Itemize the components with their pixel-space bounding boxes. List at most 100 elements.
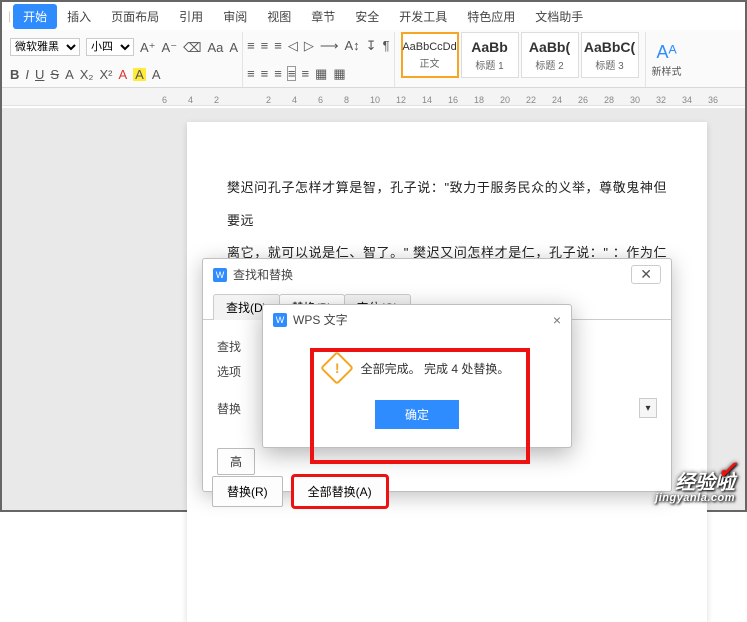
align-left-icon[interactable]: ≡ <box>247 67 255 80</box>
tab-insert[interactable]: 插入 <box>57 4 101 29</box>
style-heading2[interactable]: AaBb( 标题 2 <box>521 32 579 78</box>
replace-button[interactable]: 替换(R) <box>212 476 283 507</box>
ruler-tick: 6 <box>162 95 166 105</box>
shading-icon[interactable]: ▦ <box>315 67 327 80</box>
align-right-icon[interactable]: ≡ <box>274 67 282 80</box>
strike-icon[interactable]: S <box>50 68 59 81</box>
menu-tabs: | 开始 插入 页面布局 引用 审阅 视图 章节 安全 开发工具 特色应用 文档… <box>2 2 745 30</box>
borders-icon[interactable]: ▦ <box>333 67 345 80</box>
bullets-icon[interactable]: ≡ <box>247 39 255 52</box>
ruler-tick: 34 <box>682 95 686 105</box>
ruler-tick: 8 <box>344 95 348 105</box>
app-icon: W <box>213 268 227 282</box>
msg-buttons: 确定 <box>263 394 571 447</box>
tab-security[interactable]: 安全 <box>345 4 389 29</box>
tab-devtools[interactable]: 开发工具 <box>389 4 457 29</box>
style-preview: AaBbC( <box>584 39 635 55</box>
ruler-tick: 4 <box>292 95 296 105</box>
ruler-tick: 2 <box>266 95 270 105</box>
advanced-button[interactable]: 高 <box>217 448 255 475</box>
paragraph[interactable]: 樊迟问孔子怎样才算是智，孔子说："致力于服务民众的义举，尊敬鬼神但要远 <box>227 172 667 237</box>
close-button[interactable]: × <box>553 312 561 328</box>
watermark-en: jingyanla.com <box>655 493 735 504</box>
style-caption: 正文 <box>420 55 440 70</box>
change-case-icon[interactable]: Aa <box>207 41 223 54</box>
align-justify-icon[interactable]: ≡ <box>288 67 296 80</box>
ruler-tick: 2 <box>214 95 218 105</box>
style-preview: AaBb <box>471 39 508 55</box>
tab-section[interactable]: 章节 <box>301 4 345 29</box>
subscript-icon[interactable]: X₂ <box>80 68 94 81</box>
ruler: 6 4 2 2 4 6 8 10 12 14 16 18 20 22 24 26… <box>2 88 745 106</box>
fontcolor-a-icon[interactable]: A <box>65 68 74 81</box>
font-size-select[interactable]: 小四 <box>86 38 134 56</box>
ruler-tick: 12 <box>396 95 400 105</box>
italic-icon[interactable]: I <box>25 68 29 81</box>
linespace-a-icon[interactable]: A↕ <box>344 39 359 52</box>
ruler-tick: 18 <box>474 95 478 105</box>
styles-gallery: AaBbCcDd 正文 AaBb 标题 1 AaBb( 标题 2 AaBbC( … <box>395 32 646 87</box>
style-heading1[interactable]: AaBb 标题 1 <box>461 32 519 78</box>
ruler-tick: 24 <box>552 95 556 105</box>
underline-icon[interactable]: U <box>35 68 44 81</box>
new-style-button[interactable]: Aᴬ 新样式 <box>646 32 688 87</box>
tab-review[interactable]: 审阅 <box>213 4 257 29</box>
ok-button[interactable]: 确定 <box>375 400 459 429</box>
font-group: 微软雅黑 小四 A⁺ A⁻ ⌫ Aa A B I U S A X₂ X² A A… <box>6 32 243 87</box>
replace-all-button[interactable]: 全部替换(A) <box>293 476 387 507</box>
new-style-label: 新样式 <box>652 63 682 78</box>
dialog-footer-buttons: 替换(R) 全部替换(A) <box>212 476 387 507</box>
grow-font-icon[interactable]: A⁺ <box>140 41 156 54</box>
indent-icon[interactable]: ▷ <box>304 39 314 52</box>
ruler-tick: 26 <box>578 95 582 105</box>
tab-helper[interactable]: 文档助手 <box>525 4 593 29</box>
superscript-icon[interactable]: X² <box>99 68 112 81</box>
ruler-tick: 6 <box>318 95 322 105</box>
ruler-tick: 10 <box>370 95 374 105</box>
ruler-tick: 20 <box>500 95 504 105</box>
msg-title: WPS 文字 <box>293 311 348 328</box>
sort-icon[interactable]: ↧ <box>366 39 377 52</box>
advanced-row: 高 <box>217 448 657 475</box>
dropdown-icon[interactable]: ▾ <box>639 398 657 418</box>
highlight-icon[interactable]: A <box>133 68 146 81</box>
numbering-icon[interactable]: ≡ <box>261 39 269 52</box>
style-preview: AaBb( <box>529 39 570 55</box>
ruler-tick: 36 <box>708 95 712 105</box>
multilevel-icon[interactable]: ≡ <box>274 39 282 52</box>
check-icon: ✓ <box>717 459 737 483</box>
shrink-font-icon[interactable]: A⁻ <box>162 41 178 54</box>
tab-pagelayout[interactable]: 页面布局 <box>101 4 169 29</box>
bold-icon[interactable]: B <box>10 68 19 81</box>
font-effects-icon[interactable]: A <box>229 41 238 54</box>
showmarks-icon[interactable]: ¶ <box>383 39 390 52</box>
dialog-title: 查找和替换 <box>233 266 293 283</box>
align-center-icon[interactable]: ≡ <box>261 67 269 80</box>
tab-start[interactable]: 开始 <box>13 4 57 29</box>
style-normal[interactable]: AaBbCcDd 正文 <box>401 32 459 78</box>
ruler-tick: 22 <box>526 95 530 105</box>
style-heading3[interactable]: AaBbC( 标题 3 <box>581 32 639 78</box>
message-dialog: W WPS 文字 × ! 全部完成。 完成 4 处替换。 确定 <box>262 304 572 448</box>
linespacing-icon[interactable]: ≡ <box>301 67 309 80</box>
dialog-titlebar[interactable]: W 查找和替换 ✕ <box>203 259 671 290</box>
style-caption: 标题 2 <box>535 57 563 72</box>
msg-content: ! 全部完成。 完成 4 处替换。 <box>263 334 571 394</box>
tab-view[interactable]: 视图 <box>257 4 301 29</box>
font-name-select[interactable]: 微软雅黑 <box>10 38 80 56</box>
charshade-icon[interactable]: A <box>152 68 161 81</box>
tab-special[interactable]: 特色应用 <box>457 4 525 29</box>
warning-icon: ! <box>320 351 354 385</box>
ribbon: 微软雅黑 小四 A⁺ A⁻ ⌫ Aa A B I U S A X₂ X² A A… <box>2 30 745 88</box>
style-caption: 标题 3 <box>595 57 623 72</box>
fontcolor-icon[interactable]: A <box>118 68 127 81</box>
msg-titlebar[interactable]: W WPS 文字 × <box>263 305 571 334</box>
divider: | <box>8 9 11 23</box>
outdent-icon[interactable]: ◁ <box>288 39 298 52</box>
ruler-tick: 14 <box>422 95 426 105</box>
tab-icon[interactable]: ⟶ <box>320 39 339 52</box>
tab-reference[interactable]: 引用 <box>169 4 213 29</box>
ruler-tick: 28 <box>604 95 608 105</box>
close-button[interactable]: ✕ <box>631 265 661 284</box>
clear-format-icon[interactable]: ⌫ <box>183 41 201 54</box>
